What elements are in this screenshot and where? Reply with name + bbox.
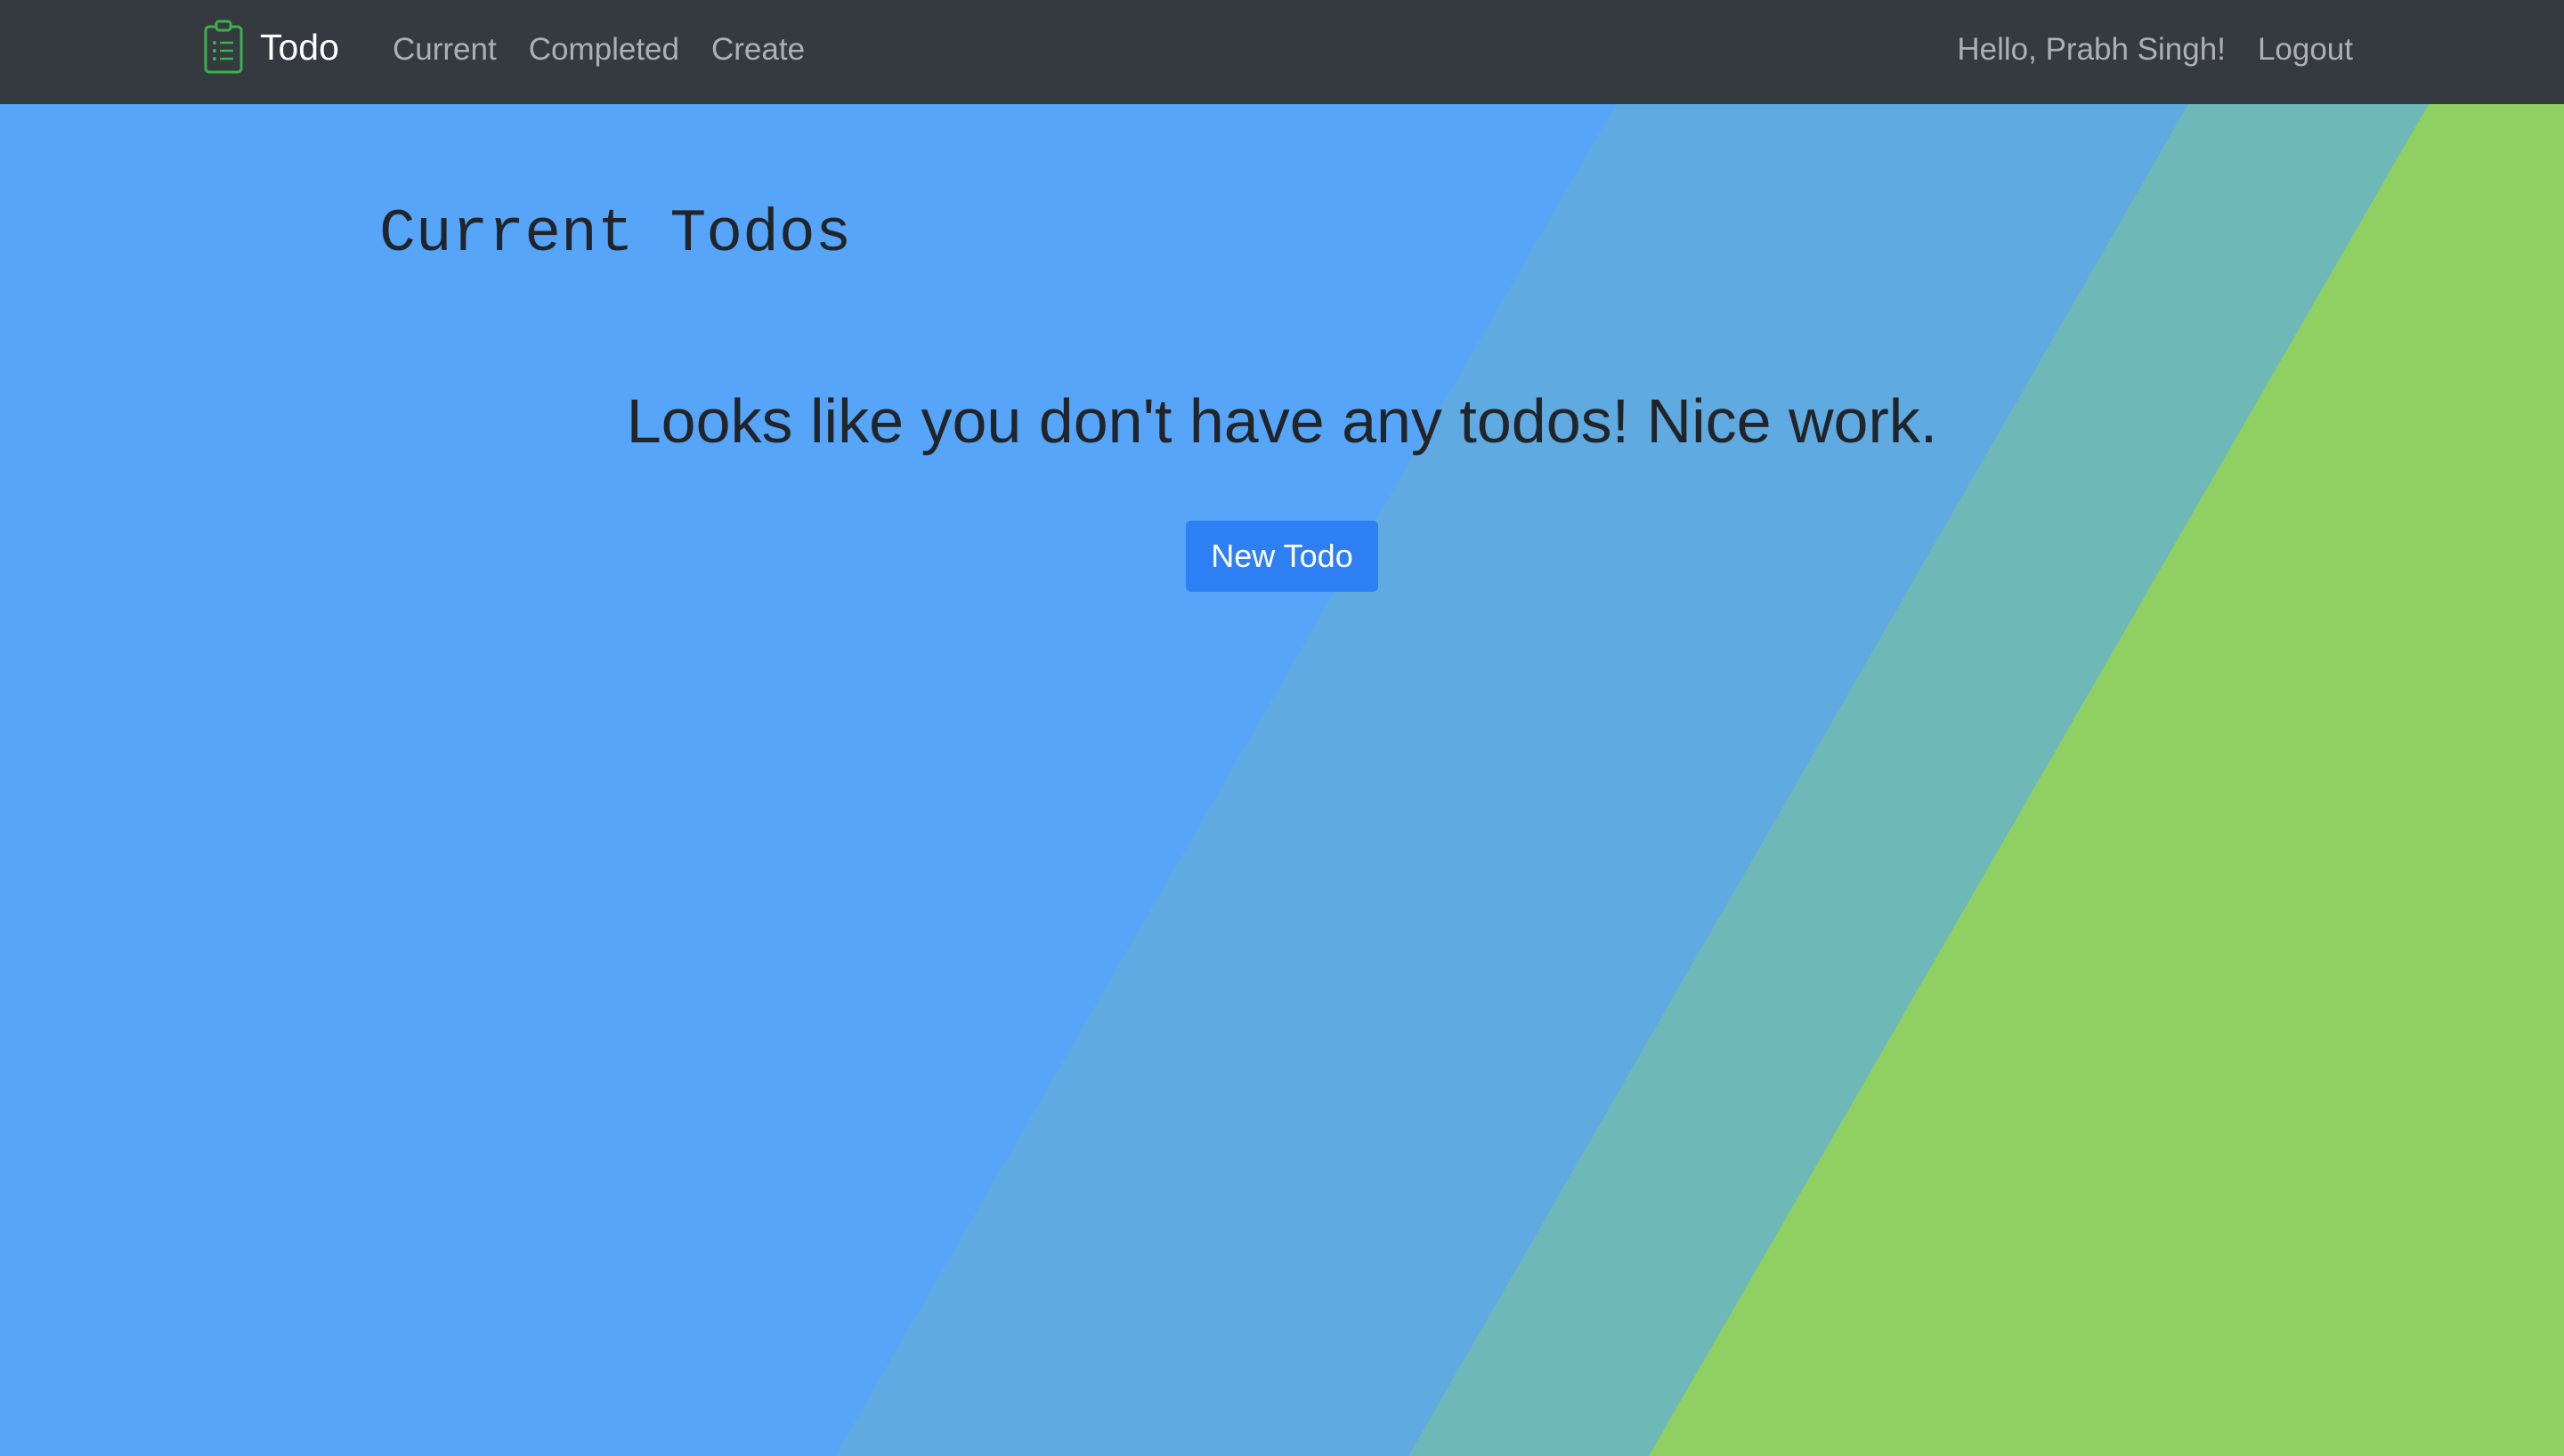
nav-link-completed[interactable]: Completed (529, 25, 679, 75)
nav-link-create[interactable]: Create (711, 25, 805, 75)
nav-link-current[interactable]: Current (393, 25, 497, 75)
main-nav: Current Completed Create (393, 25, 805, 75)
brand-link[interactable]: Todo (203, 20, 339, 75)
user-nav: Hello, Prabh Singh! Logout (1957, 25, 2353, 75)
logout-link[interactable]: Logout (2258, 25, 2353, 75)
new-todo-button[interactable]: New Todo (1186, 521, 1378, 592)
clipboard-list-icon (204, 20, 243, 74)
empty-state-message: Looks like you don't have any todos! Nic… (626, 386, 1938, 456)
user-greeting-link[interactable]: Hello, Prabh Singh! (1957, 25, 2226, 75)
page-title: Current Todos (379, 200, 852, 269)
brand-label: Todo (260, 27, 339, 68)
top-navbar: Todo Current Completed Create Hello, Pra… (0, 0, 2564, 104)
